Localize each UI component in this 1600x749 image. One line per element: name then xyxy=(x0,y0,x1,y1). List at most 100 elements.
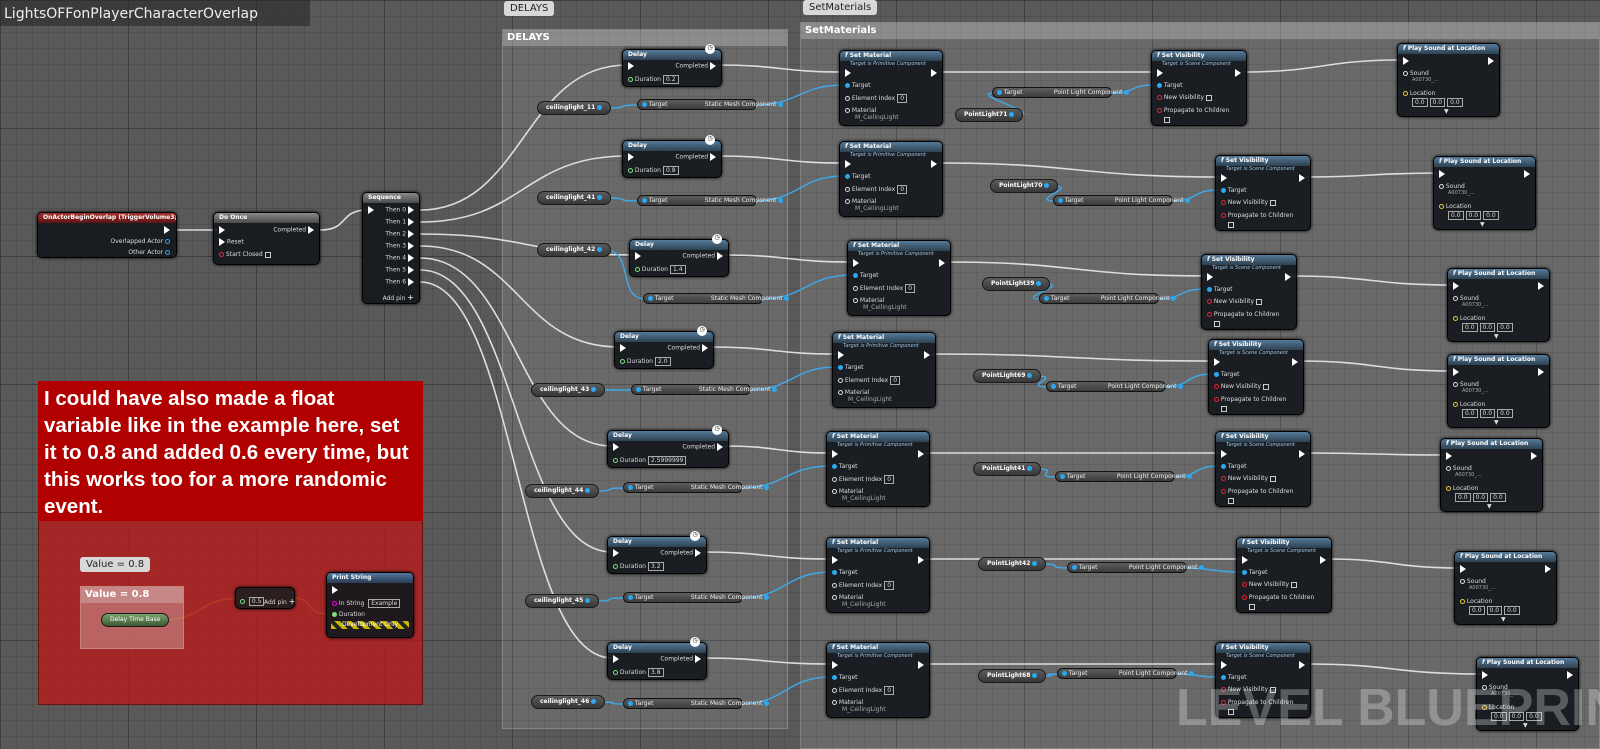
set-visibility-node-0[interactable]: f Set Visibility Target is Scene Compone… xyxy=(1151,50,1247,126)
overlapped-pin[interactable] xyxy=(165,239,170,244)
delay-node-6[interactable]: Delay Completed Duration 3.8 ◷ xyxy=(607,637,707,680)
loc-x[interactable]: 0.0 xyxy=(1455,493,1471,502)
exec-out-pin[interactable] xyxy=(918,661,924,669)
target-pin[interactable] xyxy=(1221,464,1226,469)
material-pin[interactable] xyxy=(832,595,837,600)
propagate-pin[interactable] xyxy=(1207,312,1212,317)
static-mesh-ref-5[interactable]: Target Static Mesh Component xyxy=(623,592,770,603)
sound-value[interactable]: A00730_... xyxy=(1448,190,1475,196)
ref-in-pin[interactable] xyxy=(642,102,647,107)
exec-out-pin[interactable] xyxy=(1285,273,1291,281)
print-string-node[interactable]: Print String In String Example Duration … xyxy=(326,572,414,638)
completed-pin[interactable] xyxy=(717,252,723,260)
propagate-checkbox[interactable] xyxy=(1214,320,1220,327)
exec-in-pin[interactable] xyxy=(613,655,619,663)
completed-pin[interactable] xyxy=(702,344,708,352)
material-pin[interactable] xyxy=(838,390,843,395)
ref-in-pin[interactable] xyxy=(997,90,1002,95)
loc-x[interactable]: 0.0 xyxy=(1412,98,1428,107)
duration-value[interactable]: 2.5999999 xyxy=(647,456,687,465)
element-value[interactable]: 0 xyxy=(884,475,895,484)
point-out-pin[interactable] xyxy=(1036,281,1042,286)
ceiling-out-pin[interactable] xyxy=(585,488,591,493)
exec-in-pin[interactable] xyxy=(832,661,838,669)
then-pin-1[interactable] xyxy=(408,218,414,226)
material-pin[interactable] xyxy=(845,108,850,113)
ceiling-out-pin[interactable] xyxy=(591,387,597,392)
exec-in-pin[interactable] xyxy=(368,206,374,214)
target-pin[interactable] xyxy=(832,464,837,469)
exec-in-pin[interactable] xyxy=(1453,368,1459,376)
duration-value[interactable]: 2.0 xyxy=(654,357,671,366)
point-light-ref-4[interactable]: Target Point Light Component xyxy=(1055,471,1193,482)
ref-in-pin[interactable] xyxy=(648,296,653,301)
loc-z[interactable]: 0.0 xyxy=(1490,493,1506,502)
in-string-val[interactable]: Example xyxy=(368,599,401,608)
exec-out-pin[interactable] xyxy=(1488,57,1494,65)
material-value[interactable]: M_CeilingLight xyxy=(842,495,886,502)
point-light-var-6[interactable]: PointLight68 xyxy=(978,669,1047,683)
then-pin-5[interactable] xyxy=(408,266,414,274)
exec-out-pin[interactable] xyxy=(164,226,170,234)
element-value[interactable]: 0 xyxy=(884,581,895,590)
completed-pin[interactable] xyxy=(717,443,723,451)
point-out-pin[interactable] xyxy=(1044,183,1050,188)
exec-in-pin[interactable] xyxy=(1439,170,1445,178)
exec-in-pin[interactable] xyxy=(1157,69,1163,77)
play-sound-node-2[interactable]: f Play Sound at Location Sound A00730_..… xyxy=(1447,268,1550,342)
static-mesh-ref-3[interactable]: Target Static Mesh Component xyxy=(631,384,778,395)
duration-pin[interactable] xyxy=(332,612,337,617)
point-light-var-2[interactable]: PointLight39 xyxy=(982,277,1051,291)
exec-in-pin[interactable] xyxy=(1207,273,1213,281)
exec-in-pin[interactable] xyxy=(1214,358,1220,366)
exec-out-pin[interactable] xyxy=(1524,170,1530,178)
element-value[interactable]: 0 xyxy=(897,185,908,194)
play-sound-node-0[interactable]: f Play Sound at Location Sound A00730_..… xyxy=(1397,43,1500,117)
loc-x[interactable]: 0.0 xyxy=(1469,606,1485,615)
exec-in-pin[interactable] xyxy=(838,351,844,359)
exec-in-pin[interactable] xyxy=(1221,661,1227,669)
exec-in-pin[interactable] xyxy=(1403,57,1409,65)
new-vis-pin[interactable] xyxy=(1221,200,1226,205)
element-pin[interactable] xyxy=(838,378,843,383)
exec-in-pin[interactable] xyxy=(332,586,338,594)
point-out-pin[interactable] xyxy=(1032,673,1038,678)
sound-pin[interactable] xyxy=(1460,579,1465,584)
exec-out-pin[interactable] xyxy=(1299,661,1305,669)
exec-out-pin[interactable] xyxy=(1235,69,1241,77)
sound-pin[interactable] xyxy=(1403,71,1408,76)
ceiling-var-6[interactable]: ceilinglight_46 xyxy=(531,695,606,709)
sound-value[interactable]: A00730_... xyxy=(1462,302,1489,308)
location-pin[interactable] xyxy=(1439,204,1444,209)
add-node[interactable]: 0.5 Add pin + xyxy=(235,587,295,609)
then-pin-4[interactable] xyxy=(408,254,414,262)
propagate-pin[interactable] xyxy=(1221,489,1226,494)
exec-out-pin[interactable] xyxy=(1299,174,1305,182)
location-pin[interactable] xyxy=(1446,486,1451,491)
ref-in-pin[interactable] xyxy=(642,198,647,203)
loc-y[interactable]: 0.0 xyxy=(1472,493,1489,502)
exec-in-pin[interactable] xyxy=(1460,565,1466,573)
point-light-ref-1[interactable]: Target Point Light Component xyxy=(1053,195,1191,206)
add-pin-icon[interactable]: + xyxy=(407,293,414,302)
exec-out-pin[interactable] xyxy=(1538,368,1544,376)
exec-out-pin[interactable] xyxy=(931,69,937,77)
point-light-var-3[interactable]: PointLight69 xyxy=(973,369,1042,383)
target-pin[interactable] xyxy=(838,365,843,370)
add-pin-label[interactable]: Add pin xyxy=(264,599,287,606)
bubble-value[interactable]: Value = 0.8 xyxy=(80,557,151,572)
static-mesh-ref-4[interactable]: Target Static Mesh Component xyxy=(623,482,770,493)
propagate-pin[interactable] xyxy=(1214,397,1219,402)
exec-in-pin[interactable] xyxy=(832,556,838,564)
set-visibility-node-3[interactable]: f Set Visibility Target is Scene Compone… xyxy=(1208,339,1304,415)
exec-in-pin[interactable] xyxy=(832,450,838,458)
completed-pin[interactable] xyxy=(308,226,314,234)
exec-in-pin[interactable] xyxy=(620,344,626,352)
duration-pin[interactable] xyxy=(635,267,640,272)
exec-in-pin[interactable] xyxy=(845,160,851,168)
exec-out-pin[interactable] xyxy=(939,259,945,267)
ref-in-pin[interactable] xyxy=(628,701,633,706)
duration-value[interactable]: 0.8 xyxy=(662,166,679,175)
point-out-pin[interactable] xyxy=(1009,112,1015,117)
point-light-ref-5[interactable]: Target Point Light Component xyxy=(1067,562,1205,573)
